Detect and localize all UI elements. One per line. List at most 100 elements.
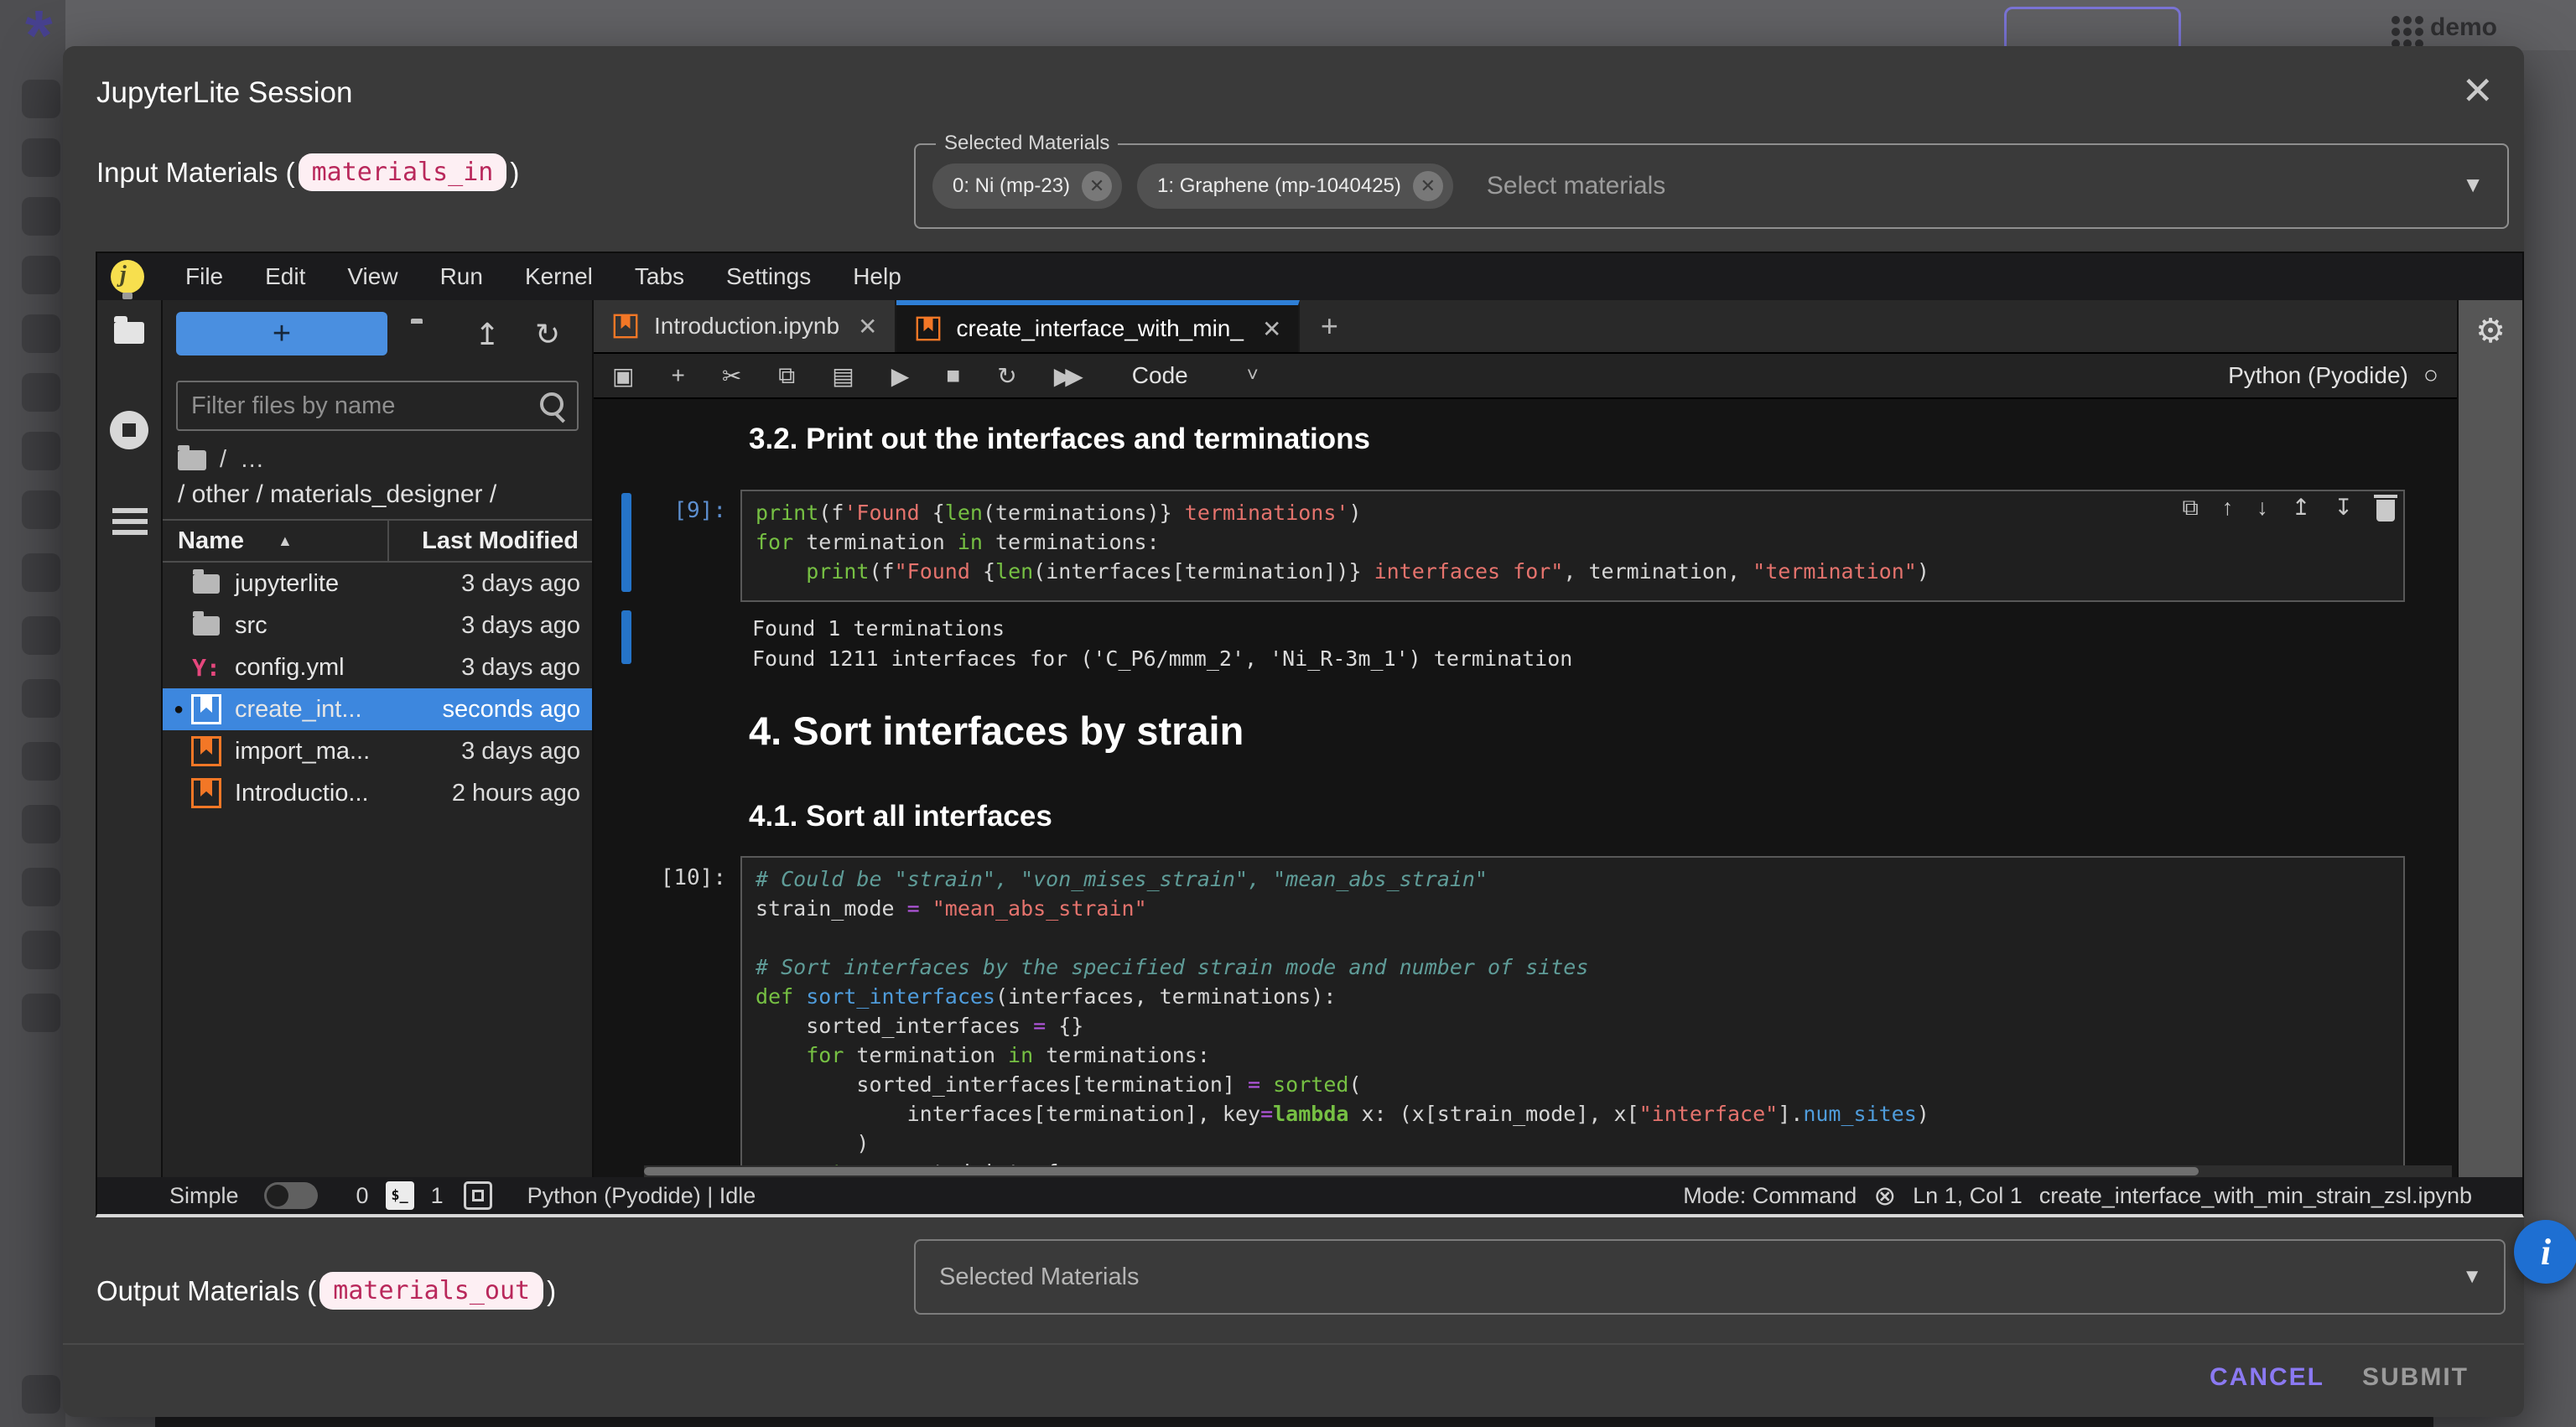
- run-cell-icon[interactable]: ▶: [891, 362, 910, 390]
- close-tab-icon[interactable]: ✕: [1262, 315, 1281, 343]
- file-list: ● jupyterlite 3 days ago ● src 3 days ag…: [163, 563, 592, 1177]
- table-of-contents-icon[interactable]: [112, 508, 148, 513]
- running-kernels-icon[interactable]: [110, 411, 148, 449]
- menu-help[interactable]: Help: [832, 263, 922, 290]
- markdown-heading: 3.2. Print out the interfaces and termin…: [749, 423, 1370, 456]
- cancel-button[interactable]: CANCEL: [2194, 1356, 2340, 1399]
- right-sidebar: ⚙: [2457, 300, 2522, 1177]
- materials-in-chip: materials_in: [299, 153, 507, 191]
- restart-run-all-icon[interactable]: ▶▶: [1054, 362, 1077, 390]
- notebook-icon: [614, 314, 638, 339]
- execution-count: [9]:: [594, 498, 726, 523]
- mode-indicator[interactable]: Mode: Command: [1683, 1183, 1857, 1209]
- remove-chip-icon[interactable]: ✕: [1082, 171, 1112, 201]
- refresh-icon[interactable]: ↻: [535, 317, 560, 352]
- breadcrumb-ellipsis[interactable]: …: [240, 446, 264, 474]
- status-filename: create_interface_with_min_strain_zsl.ipy…: [2039, 1183, 2472, 1209]
- menu-view[interactable]: View: [326, 263, 418, 290]
- home-folder-icon[interactable]: [178, 450, 206, 470]
- remove-chip-icon[interactable]: ✕: [1413, 171, 1443, 201]
- kernel-status-icon: ○: [2423, 361, 2438, 390]
- backdrop-sidebar-icon: [22, 616, 60, 655]
- paste-cell-icon[interactable]: ▤: [832, 362, 854, 390]
- execution-count: [10]:: [594, 865, 726, 890]
- file-list-header: Name ▲ Last Modified: [163, 519, 592, 563]
- avatar: [2392, 16, 2400, 24]
- insert-above-icon[interactable]: ↥: [2292, 495, 2311, 522]
- gear-icon[interactable]: ⚙: [2459, 312, 2522, 350]
- restart-kernel-icon[interactable]: ↻: [997, 362, 1016, 390]
- code-cell[interactable]: # Could be "strain", "von_mises_strain",…: [740, 856, 2405, 1168]
- backdrop-sidebar-icon: [22, 138, 60, 177]
- backdrop-sidebar-icon: [22, 314, 60, 353]
- info-button[interactable]: i: [2514, 1220, 2576, 1284]
- material-chip[interactable]: 0: Ni (mp-23) ✕: [932, 163, 1122, 209]
- notebook-icon: [190, 694, 223, 724]
- output-collapser[interactable]: [621, 610, 631, 664]
- menu-edit[interactable]: Edit: [244, 263, 326, 290]
- duplicate-cell-icon[interactable]: ⧉: [2182, 495, 2198, 522]
- kernel-status-text[interactable]: Python (Pyodide) | Idle: [527, 1183, 756, 1209]
- submit-button[interactable]: SUBMIT: [2347, 1356, 2484, 1399]
- upload-icon[interactable]: ↥: [475, 317, 500, 352]
- move-up-icon[interactable]: ↑: [2222, 495, 2234, 522]
- selected-materials-field[interactable]: Selected Materials 0: Ni (mp-23) ✕ 1: Gr…: [914, 143, 2509, 229]
- column-last-modified[interactable]: Last Modified: [387, 521, 592, 561]
- folder-icon: [190, 616, 223, 636]
- insert-cell-icon[interactable]: +: [671, 362, 684, 389]
- new-launcher-button[interactable]: +: [176, 312, 387, 355]
- material-chip[interactable]: 1: Graphene (mp-1040425) ✕: [1137, 163, 1453, 209]
- new-tab-icon[interactable]: +: [1300, 300, 1358, 352]
- markdown-heading: 4. Sort interfaces by strain: [749, 708, 1244, 754]
- output-materials-select[interactable]: Selected Materials ▼: [914, 1239, 2506, 1315]
- kernel-chip-icon: [464, 1181, 492, 1210]
- sort-asc-icon: ▲: [278, 532, 293, 550]
- code-cell[interactable]: print(f'Found {len(terminations)} termin…: [740, 490, 2405, 602]
- kernel-indicator[interactable]: Python (Pyodide) ○: [2228, 361, 2438, 390]
- close-icon[interactable]: ✕: [2461, 68, 2494, 113]
- folder-icon: [190, 574, 223, 594]
- file-browser-icon[interactable]: [114, 322, 144, 344]
- kernel-count[interactable]: 1: [431, 1183, 444, 1209]
- menu-settings[interactable]: Settings: [705, 263, 832, 290]
- file-row[interactable]: ● src 3 days ago: [163, 605, 592, 646]
- file-row[interactable]: ● Introductio... 2 hours ago: [163, 772, 592, 814]
- tab-bar: Introduction.ipynb ✕ create_interface_wi…: [594, 300, 2457, 354]
- markdown-heading: 4.1. Sort all interfaces: [749, 800, 1052, 833]
- breadcrumb-path[interactable]: / other / materials_designer /: [163, 474, 592, 519]
- file-row[interactable]: ● Y: config.yml 3 days ago: [163, 646, 592, 688]
- close-tab-icon[interactable]: ✕: [858, 313, 877, 340]
- tab-introduction[interactable]: Introduction.ipynb ✕: [594, 300, 896, 352]
- notebook-area: Introduction.ipynb ✕ create_interface_wi…: [594, 300, 2457, 1177]
- backdrop-sidebar-icon: [22, 80, 60, 118]
- insert-below-icon[interactable]: ↧: [2334, 495, 2353, 522]
- column-name[interactable]: Name ▲: [163, 527, 387, 555]
- save-icon[interactable]: ▣: [612, 362, 634, 390]
- copy-cell-icon[interactable]: ⧉: [778, 362, 795, 390]
- file-row-selected[interactable]: ● create_int... seconds ago: [163, 688, 592, 730]
- menu-kernel[interactable]: Kernel: [504, 263, 614, 290]
- brand-logo-icon: *: [25, 0, 53, 76]
- menu-run[interactable]: Run: [419, 263, 504, 290]
- input-materials-label: Input Materials ( materials_in ): [96, 153, 519, 191]
- menu-tabs[interactable]: Tabs: [614, 263, 705, 290]
- simple-mode-toggle[interactable]: [264, 1182, 318, 1209]
- chevron-down-icon[interactable]: ▼: [2462, 172, 2484, 198]
- backdrop-sidebar-icon: [22, 1375, 60, 1414]
- jupyterlite-session-dialog: JupyterLite Session ✕ Input Materials ( …: [63, 46, 2524, 1417]
- stop-kernel-icon[interactable]: ■: [946, 362, 960, 389]
- cursor-position[interactable]: Ln 1, Col 1: [1913, 1183, 2023, 1209]
- terminal-count[interactable]: 0: [356, 1183, 369, 1209]
- file-row[interactable]: ● import_ma... 3 days ago: [163, 730, 592, 772]
- tab-create-interface[interactable]: create_interface_with_min_ ✕: [896, 300, 1301, 352]
- cut-cell-icon[interactable]: ✂: [722, 362, 741, 390]
- file-row[interactable]: ● jupyterlite 3 days ago: [163, 563, 592, 605]
- menu-file[interactable]: File: [164, 263, 244, 290]
- filter-placeholder: Filter files by name: [191, 392, 395, 420]
- filter-files-input[interactable]: Filter files by name: [176, 381, 579, 431]
- cell-type-select[interactable]: Code ˅: [1132, 362, 1259, 389]
- horizontal-scrollbar[interactable]: [644, 1165, 2452, 1177]
- notebook-document[interactable]: 3.2. Print out the interfaces and termin…: [594, 399, 2457, 1177]
- move-down-icon[interactable]: ↓: [2257, 495, 2268, 522]
- delete-cell-icon[interactable]: [2376, 500, 2395, 522]
